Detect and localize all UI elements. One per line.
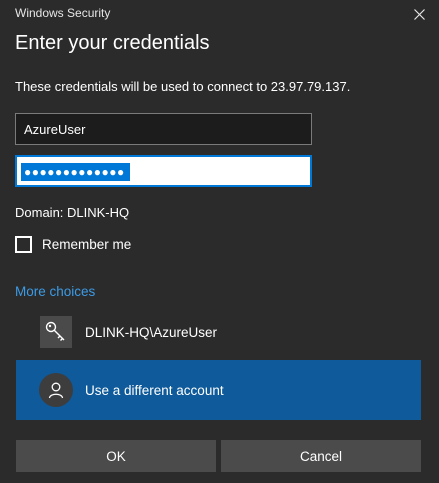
credential-dialog: Windows Security Enter your credentials … [0,0,439,483]
checkbox-box [15,236,32,253]
cancel-button[interactable]: Cancel [221,440,421,472]
password-field[interactable]: ●●●●●●●●●●●●● [15,155,312,187]
domain-label: Domain: DLINK-HQ [15,205,130,220]
saved-account-option[interactable]: DLINK-HQ\AzureUser [16,313,421,351]
remember-me-checkbox[interactable]: Remember me [15,236,131,253]
saved-account-label: DLINK-HQ\AzureUser [85,324,218,340]
username-field[interactable] [15,113,312,145]
ok-button[interactable]: OK [16,440,216,472]
more-choices-link[interactable]: More choices [15,284,95,299]
different-account-option[interactable]: Use a different account [16,360,421,420]
remember-me-label: Remember me [42,237,132,252]
close-button[interactable] [399,0,439,28]
window-title: Windows Security [15,6,111,20]
key-icon [40,316,72,348]
close-icon [413,8,425,20]
password-masked-text: ●●●●●●●●●●●●● [21,163,130,181]
title-bar: Windows Security [0,0,439,28]
different-account-label: Use a different account [85,382,224,398]
user-avatar-icon [39,373,73,407]
dialog-heading: Enter your credentials [15,32,210,54]
dialog-message: These credentials will be used to connec… [15,79,351,94]
